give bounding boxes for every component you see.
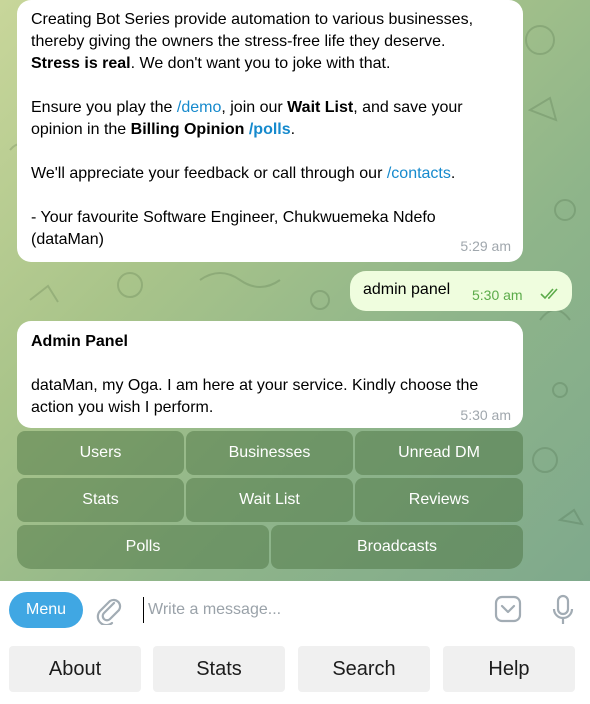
wait-list-button[interactable]: Wait List [186, 478, 353, 522]
intro-message: Creating Bot Series provide automation t… [17, 0, 523, 262]
users-button[interactable]: Users [17, 431, 184, 475]
intro-line-6: opinion in the Billing Opinion /polls. [31, 119, 509, 141]
search-button[interactable]: Search [298, 646, 430, 692]
wait-list-bold: Wait List [287, 99, 354, 116]
stats-inline-button[interactable]: Stats [17, 478, 184, 522]
text-segment: opinion in the [31, 121, 131, 138]
attach-icon[interactable] [95, 595, 123, 625]
menu-button[interactable]: Menu [9, 592, 83, 628]
about-button[interactable]: About [9, 646, 141, 692]
billing-opinion-bold: Billing Opinion [130, 121, 245, 138]
text-segment: . [450, 165, 456, 182]
reviews-button[interactable]: Reviews [355, 478, 523, 522]
contacts-link[interactable]: /contacts [387, 165, 451, 182]
polls-link[interactable]: /polls [249, 121, 291, 138]
intro-line-3-rest: . We don't want you to joke with that. [130, 55, 391, 72]
admin-line-2: action you wish I perform. [31, 399, 214, 416]
intro-line-11: (dataMan) [31, 231, 104, 248]
double-check-icon [540, 288, 558, 300]
text-segment: We'll appreciate your feedback or call t… [31, 165, 387, 182]
text-segment: Ensure you play the [31, 99, 177, 116]
intro-line-10: - Your favourite Software Engineer, Chuk… [31, 209, 436, 226]
chat-background: Creating Bot Series provide automation t… [0, 0, 590, 581]
outgoing-message: admin panel 5:30 am [350, 271, 572, 311]
text-segment: , join our [221, 99, 288, 116]
message-time: 5:30 am [460, 407, 511, 423]
demo-link[interactable]: /demo [177, 99, 221, 116]
admin-panel-message: Admin Panel dataMan, my Oga. I am here a… [17, 321, 523, 428]
admin-title-line: Admin Panel [31, 321, 509, 353]
admin-panel-title: Admin Panel [31, 333, 128, 350]
outgoing-text: admin panel [363, 281, 451, 298]
businesses-button[interactable]: Businesses [186, 431, 353, 475]
message-input[interactable] [143, 597, 468, 623]
unread-dm-button[interactable]: Unread DM [355, 431, 523, 475]
stats-button[interactable]: Stats [153, 646, 285, 692]
broadcasts-button[interactable]: Broadcasts [271, 525, 523, 569]
intro-line-1: Creating Bot Series provide automation t… [31, 11, 474, 28]
help-button[interactable]: Help [443, 646, 575, 692]
intro-line-5: Ensure you play the /demo, join our Wait… [31, 97, 509, 119]
admin-line-1: dataMan, my Oga. I am here at your servi… [31, 377, 479, 394]
text-segment: . [290, 121, 296, 138]
polls-button[interactable]: Polls [17, 525, 269, 569]
message-time: 5:30 am [472, 287, 523, 303]
intro-line-2: thereby giving the owners the stress-fre… [31, 33, 446, 50]
message-time: 5:29 am [460, 238, 511, 254]
stress-bold: Stress is real [31, 55, 131, 72]
message-composer: Menu [0, 581, 590, 639]
sticker-icon[interactable] [494, 595, 522, 623]
text-segment: , and save your [353, 99, 463, 116]
microphone-icon[interactable] [551, 594, 575, 626]
intro-line-8: We'll appreciate your feedback or call t… [31, 163, 509, 185]
intro-line-3: Stress is real. We don't want you to jok… [31, 53, 509, 75]
reply-keyboard: About Stats Search Help [0, 639, 590, 704]
